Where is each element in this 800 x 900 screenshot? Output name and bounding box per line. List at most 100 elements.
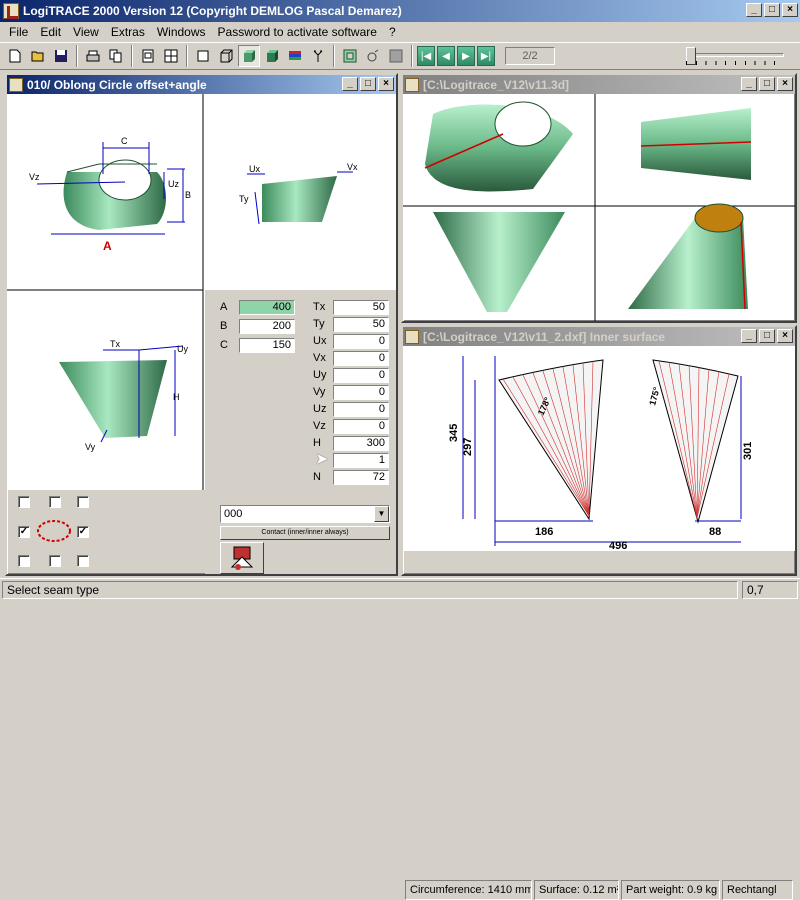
seam-checkbox-bl[interactable]: [18, 555, 30, 567]
param-field-ux[interactable]: 0: [333, 334, 389, 349]
param-field-h[interactable]: 300: [333, 436, 389, 451]
param-field-a[interactable]: 400: [239, 300, 295, 315]
color-stripes-icon: [289, 51, 301, 60]
menubar: File Edit View Extras Windows Password t…: [0, 22, 800, 41]
param-field-b[interactable]: 200: [239, 319, 295, 334]
status-value: 0,7: [742, 581, 798, 599]
next-page-button[interactable]: ▶: [457, 46, 475, 66]
menu-password[interactable]: Password to activate software: [212, 25, 383, 39]
angle-label-right: 175°: [647, 386, 662, 407]
param-label-vx: Vx: [313, 352, 326, 364]
param-field-n[interactable]: 72: [333, 470, 389, 485]
view-shaded-button[interactable]: [238, 45, 260, 67]
param-label-a: A: [220, 301, 228, 313]
param-field-vz[interactable]: 0: [333, 419, 389, 434]
menu-view[interactable]: View: [67, 25, 105, 39]
win3-close-button[interactable]: ×: [777, 329, 793, 343]
label-uz: Uz: [168, 179, 179, 189]
logitrace-app-icon: [3, 3, 19, 19]
seam-checkbox-ml[interactable]: ✓: [18, 526, 30, 538]
label-vz: Vz: [29, 172, 40, 182]
dim-345: 345: [448, 424, 460, 442]
minimize-button[interactable]: _: [746, 3, 762, 17]
param-field-uz[interactable]: 0: [333, 402, 389, 417]
view3d-window-title: [C:\Logitrace_V12\v11.3d]: [423, 77, 570, 92]
colors-button[interactable]: [284, 45, 306, 67]
cube-wire-icon: [220, 49, 233, 63]
win2-close-button[interactable]: ×: [777, 77, 793, 91]
param-label-h: H: [313, 437, 321, 449]
menu-edit[interactable]: Edit: [34, 25, 67, 39]
contact-button[interactable]: Contact (inner/inner always): [220, 526, 390, 540]
view3d-canvas: [403, 94, 795, 321]
copy-icon: [109, 49, 122, 63]
single-view-button[interactable]: [137, 45, 159, 67]
label-h: H: [173, 392, 180, 402]
quad-view-button[interactable]: [160, 45, 182, 67]
dim-496: 496: [609, 540, 627, 551]
param-field-uy[interactable]: 0: [333, 368, 389, 383]
param-field-c[interactable]: 150: [239, 338, 295, 353]
dropdown-arrow-icon[interactable]: ▼: [374, 506, 389, 522]
prev-page-button[interactable]: ◀: [437, 46, 455, 66]
param-field-count[interactable]: 1: [333, 453, 389, 468]
view-flat-button[interactable]: [192, 45, 214, 67]
frame-button[interactable]: [339, 45, 361, 67]
win3-minimize-button[interactable]: _: [741, 329, 757, 343]
new-file-button[interactable]: [4, 45, 26, 67]
toolbar: |◀ ◀ ▶ ▶| 2/2: [0, 42, 800, 70]
param-field-ty[interactable]: 50: [333, 317, 389, 332]
dim-88: 88: [709, 526, 721, 538]
seam-checkbox-bc[interactable]: [49, 555, 61, 567]
seam-checkbox-tc[interactable]: [49, 496, 61, 508]
copy-button[interactable]: [105, 45, 127, 67]
development-canvas: 345 297 301 186 88 496 178° 175°: [403, 346, 795, 551]
seam-select-value: 000: [224, 508, 243, 520]
menu-file[interactable]: File: [3, 25, 34, 39]
print-button[interactable]: [82, 45, 104, 67]
param-label-b: B: [220, 320, 228, 332]
square-outline-icon: [197, 50, 209, 62]
view-solid-button[interactable]: [261, 45, 283, 67]
win2-minimize-button[interactable]: _: [741, 77, 757, 91]
disabled-tool-button[interactable]: [385, 45, 407, 67]
surface-status: Surface: 0.12 m²: [534, 880, 619, 900]
label-ux: Ux: [249, 164, 260, 174]
win1-maximize-button[interactable]: □: [360, 77, 376, 91]
new-file-icon: [9, 49, 21, 63]
param-label-n: N: [313, 471, 321, 483]
seam-checkbox-br[interactable]: [77, 555, 89, 567]
win1-minimize-button[interactable]: _: [342, 77, 358, 91]
win3-maximize-button[interactable]: □: [759, 329, 775, 343]
seam-checkbox-tl[interactable]: [18, 496, 30, 508]
document-icon: [405, 329, 419, 344]
close-button[interactable]: ×: [782, 3, 798, 17]
curve-button[interactable]: [362, 45, 384, 67]
tree-button[interactable]: [307, 45, 329, 67]
param-field-vy[interactable]: 0: [333, 385, 389, 400]
last-page-button[interactable]: ▶|: [477, 46, 495, 66]
menu-help[interactable]: ?: [383, 25, 402, 39]
oblong-seam-icon[interactable]: [34, 516, 74, 546]
win1-close-button[interactable]: ×: [378, 77, 394, 91]
open-file-button[interactable]: [27, 45, 49, 67]
weight-status: Part weight: 0.9 kg: [621, 880, 720, 900]
view3d-window-titlebar: [C:\Logitrace_V12\v11.3d] _ □ ×: [403, 75, 795, 94]
menu-extras[interactable]: Extras: [105, 25, 151, 39]
maximize-button[interactable]: □: [764, 3, 780, 17]
view3d-window: [C:\Logitrace_V12\v11.3d] _ □ ×: [401, 73, 797, 323]
view-wire-button[interactable]: [215, 45, 237, 67]
zoom-slider[interactable]: [684, 47, 786, 65]
seam-checkbox-mr[interactable]: ✓: [77, 526, 89, 538]
first-page-button[interactable]: |◀: [417, 46, 435, 66]
save-button[interactable]: [50, 45, 72, 67]
page-indicator: 2/2: [505, 47, 555, 65]
seam-tool-button[interactable]: [220, 542, 264, 574]
menu-windows[interactable]: Windows: [151, 25, 212, 39]
param-field-tx[interactable]: 50: [333, 300, 389, 315]
label-a: A: [103, 239, 112, 253]
win2-maximize-button[interactable]: □: [759, 77, 775, 91]
seam-checkbox-tr[interactable]: [77, 496, 89, 508]
param-field-vx[interactable]: 0: [333, 351, 389, 366]
seam-select[interactable]: 000 ▼: [220, 505, 390, 523]
